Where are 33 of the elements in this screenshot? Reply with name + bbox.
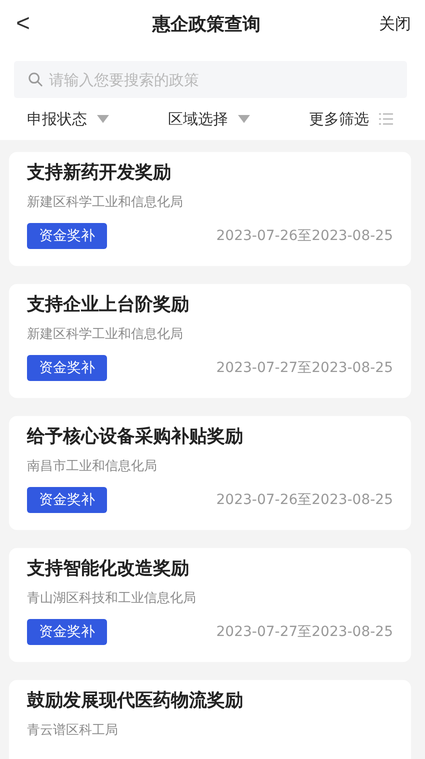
department-text: 青山湖区科技和工业信息化局 (27, 590, 197, 607)
policy-title: 鼓励发展现代医药物流奖励 (27, 690, 244, 712)
filter-button[interactable]: 申报状态 (27, 110, 109, 128)
search-field[interactable]: 请输入您要搜索的政策 (14, 61, 407, 98)
page-title: 惠企政策查询 (152, 13, 260, 36)
policy-card[interactable]: 支持企业上台阶奖励 新建区科学工业和信息化局 资金奖补 2023-07-27至2023-08-25 (9, 284, 411, 398)
policy-title: 支持企业上台阶奖励 (27, 294, 190, 316)
back-button[interactable]: < (12, 10, 34, 38)
policy-card[interactable]: 鼓励发展现代医药物流奖励 青云谱区科工局 (9, 680, 411, 759)
department-text: 青云谱区科工局 (27, 722, 119, 739)
category-tag: 资金奖补 (27, 223, 107, 249)
close-button[interactable]: 关闭 (378, 14, 411, 34)
category-tag: 资金奖补 (27, 355, 107, 381)
policy-card[interactable]: 给予核心设备采购补贴奖励 南昌市工业和信息化局 资金奖补 2023-07-26至2023-08-25 (9, 416, 411, 530)
date-range: 2023-07-27至2023-08-25 (216, 623, 393, 641)
policy-card[interactable]: 支持新药开发奖励 新建区科学工业和信息化局 资金奖补 2023-07-26至2023-08-25 (9, 152, 411, 266)
policy-title: 给予核心设备采购补贴奖励 (27, 426, 244, 448)
list-icon (379, 113, 393, 125)
dropdown-triangle-icon (238, 115, 250, 123)
date-range: 2023-07-26至2023-08-25 (216, 227, 393, 245)
category-tag: 资金奖补 (27, 487, 107, 513)
dropdown-triangle-icon (97, 115, 109, 123)
date-range: 2023-07-27至2023-08-25 (216, 359, 393, 377)
filter-button[interactable]: 更多筛选 (309, 110, 393, 128)
department-text: 新建区科学工业和信息化局 (27, 326, 184, 343)
policy-card[interactable]: 支持智能化改造奖励 青山湖区科技和工业信息化局 资金奖补 2023-07-27至2023-08-25 (9, 548, 411, 662)
department-text: 新建区科学工业和信息化局 (27, 194, 184, 211)
policy-title: 支持智能化改造奖励 (27, 558, 190, 580)
category-tag: 资金奖补 (27, 619, 107, 645)
policy-title: 支持新药开发奖励 (27, 162, 172, 184)
filter-button[interactable]: 区域选择 (168, 110, 250, 128)
date-range: 2023-07-26至2023-08-25 (216, 491, 393, 509)
department-text: 南昌市工业和信息化局 (27, 458, 158, 475)
